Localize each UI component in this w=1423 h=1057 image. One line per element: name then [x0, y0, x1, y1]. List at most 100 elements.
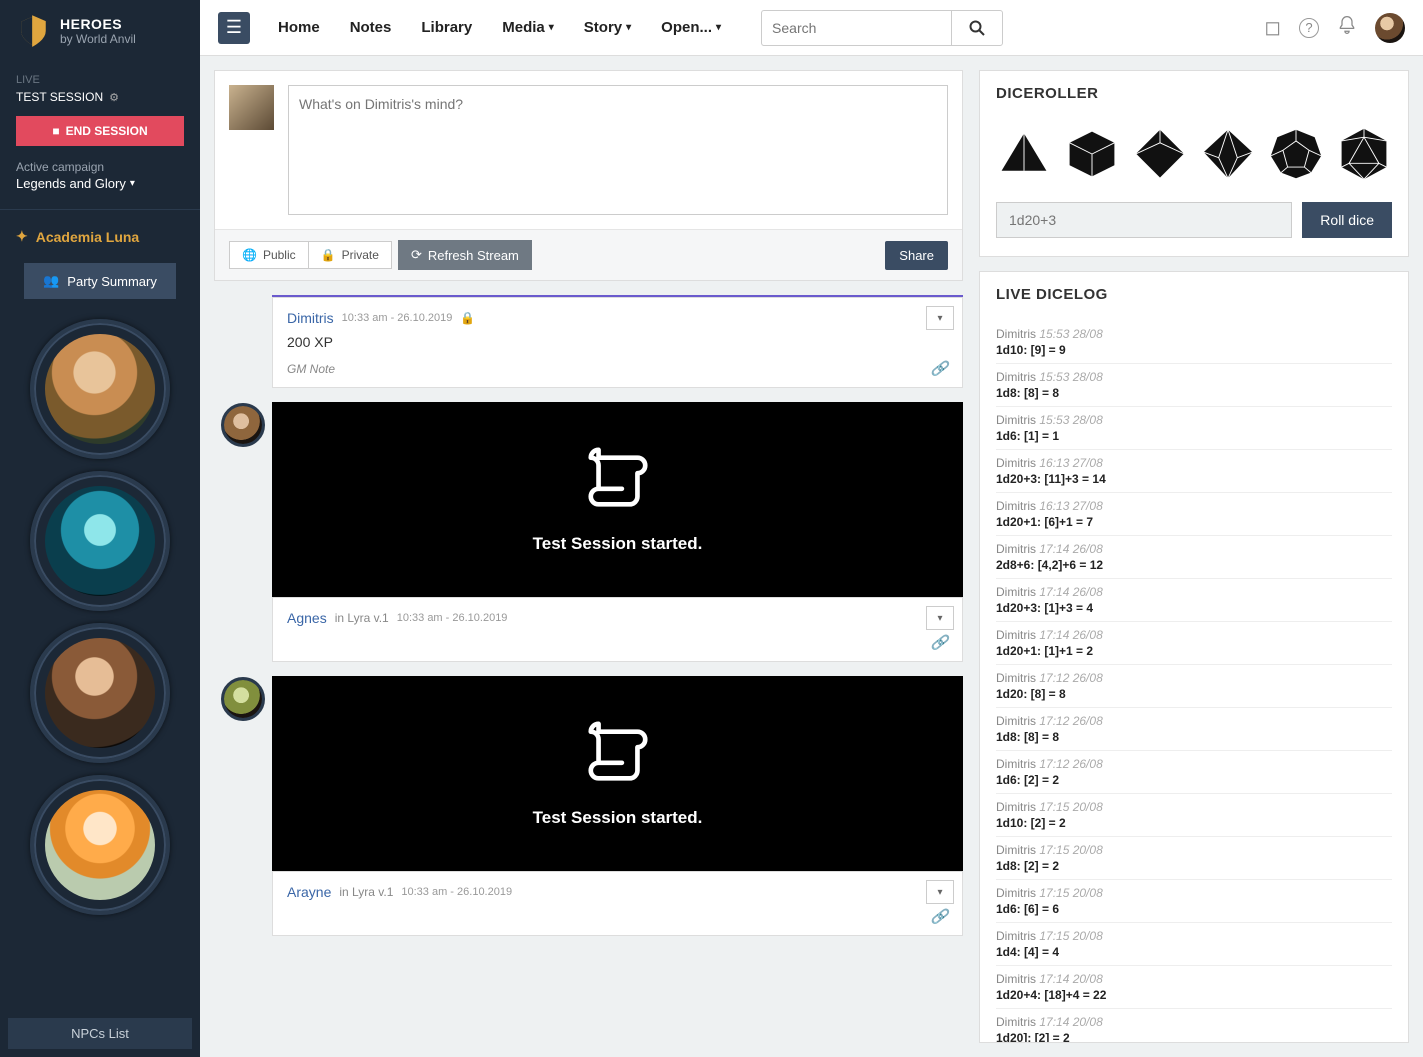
log-who: Dimitris — [996, 714, 1036, 728]
dicelog-entry: Dimitris 17:14 20/081d20]: [2] = 2 — [996, 1009, 1392, 1043]
permalink-icon[interactable]: 🔗 — [931, 634, 948, 651]
post-context: in Lyra v.1 — [335, 611, 389, 625]
log-roll: 1d20+3: [11]+3 = 14 — [996, 472, 1392, 486]
dicelog-entry: Dimitris 16:13 27/081d20+1: [6]+1 = 7 — [996, 493, 1392, 536]
post-author[interactable]: Dimitris — [287, 310, 334, 326]
gear-icon[interactable]: ⚙ — [109, 91, 119, 104]
caret-down-icon: ▾ — [549, 22, 554, 33]
post-timestamp: 10:33 am - 26.10.2019 — [342, 312, 453, 324]
log-roll: 1d20+4: [18]+4 = 22 — [996, 988, 1392, 1002]
log-roll: 1d6: [2] = 2 — [996, 773, 1392, 787]
topbar-actions: ◻ ? — [1264, 13, 1405, 43]
log-who: Dimitris — [996, 413, 1036, 427]
d6-icon[interactable] — [1064, 126, 1120, 182]
character-portrait[interactable] — [30, 623, 170, 763]
search — [761, 10, 1003, 46]
square-icon[interactable]: ◻ — [1264, 15, 1281, 40]
post-note: GM Note — [287, 362, 335, 376]
stream-post: Arayne in Lyra v.1 10:33 am - 26.10.2019… — [272, 871, 963, 936]
log-who: Dimitris — [996, 800, 1036, 814]
dicelog-list: Dimitris 15:53 28/081d10: [9] = 9 Dimitri… — [980, 317, 1408, 1043]
permalink-icon[interactable]: 🔗 — [931, 360, 948, 377]
log-time: 16:13 27/08 — [1039, 456, 1102, 470]
col-right: DICEROLLER Roll dice — [979, 70, 1409, 1043]
d12-icon[interactable] — [1268, 126, 1324, 182]
session-name[interactable]: TEST SESSION ⚙ — [0, 90, 200, 110]
post-timestamp: 10:33 am - 26.10.2019 — [401, 886, 512, 898]
nav-media[interactable]: Media▾ — [502, 19, 554, 36]
session-name-text: TEST SESSION — [16, 90, 103, 104]
composer-textarea[interactable] — [288, 85, 948, 215]
log-who: Dimitris — [996, 370, 1036, 384]
log-who: Dimitris — [996, 972, 1036, 986]
nav-home[interactable]: Home — [278, 19, 320, 36]
post-avatar[interactable] — [221, 403, 265, 447]
end-session-button[interactable]: ■ END SESSION — [16, 116, 184, 146]
d20-icon[interactable] — [1336, 126, 1392, 182]
dice-formula-input[interactable] — [996, 202, 1292, 238]
log-roll: 1d10: [2] = 2 — [996, 816, 1392, 830]
log-roll: 1d20+3: [1]+3 = 4 — [996, 601, 1392, 615]
log-time: 17:12 26/08 — [1039, 714, 1102, 728]
d8-icon[interactable] — [1132, 126, 1188, 182]
character-portrait[interactable] — [30, 471, 170, 611]
stop-icon: ■ — [52, 124, 59, 138]
log-roll: 1d20: [8] = 8 — [996, 687, 1392, 701]
log-time: 17:14 20/08 — [1039, 1015, 1102, 1029]
visibility-public[interactable]: 🌐 Public — [229, 241, 309, 269]
nav-open[interactable]: Open...▾ — [661, 19, 721, 36]
log-who: Dimitris — [996, 757, 1036, 771]
main: ☰ Home Notes Library Media▾ Story▾ Open.… — [200, 0, 1423, 1057]
nav-library[interactable]: Library — [421, 19, 472, 36]
user-avatar[interactable] — [1375, 13, 1405, 43]
log-roll: 1d6: [6] = 6 — [996, 902, 1392, 916]
dicelog-entry: Dimitris 15:53 28/081d10: [9] = 9 — [996, 321, 1392, 364]
permalink-icon[interactable]: 🔗 — [931, 908, 948, 925]
log-who: Dimitris — [996, 628, 1036, 642]
bell-icon[interactable] — [1337, 15, 1357, 41]
log-roll: 1d4: [4] = 4 — [996, 945, 1392, 959]
post-avatar[interactable] — [221, 677, 265, 721]
refresh-stream-button[interactable]: ⟳ Refresh Stream — [398, 240, 532, 270]
post-author[interactable]: Arayne — [287, 884, 331, 900]
nav-story[interactable]: Story▾ — [584, 19, 631, 36]
nav-notes[interactable]: Notes — [350, 19, 392, 36]
dicelog-entry: Dimitris 17:14 26/081d20+3: [1]+3 = 4 — [996, 579, 1392, 622]
world-link[interactable]: ✦ Academia Luna — [0, 220, 200, 253]
scroll-icon — [578, 446, 658, 516]
character-portrait[interactable] — [30, 319, 170, 459]
npc-list-button[interactable]: NPCs List — [8, 1018, 192, 1049]
help-icon[interactable]: ? — [1299, 18, 1319, 38]
dicelog-entry: Dimitris 17:12 26/08 1d8: [8] = 8 — [996, 708, 1392, 751]
d10-icon[interactable] — [1200, 126, 1256, 182]
d4-icon[interactable] — [996, 126, 1052, 182]
session-banner: Test Session started. — [272, 676, 963, 871]
divider — [0, 209, 200, 210]
stream: Dimitris 10:33 am - 26.10.2019 🔒200 XPGM… — [214, 295, 963, 1043]
log-time: 17:14 26/08 — [1039, 585, 1102, 599]
visibility-private[interactable]: 🔒 Private — [309, 241, 392, 269]
post-menu-button[interactable]: ▾ — [926, 606, 954, 630]
log-roll: 1d20+1: [1]+1 = 2 — [996, 644, 1392, 658]
scroll-icon — [578, 720, 658, 790]
roll-dice-button[interactable]: Roll dice — [1302, 202, 1392, 238]
menu-toggle-button[interactable]: ☰ — [218, 12, 250, 44]
log-time: 17:14 20/08 — [1039, 972, 1102, 986]
party-summary-button[interactable]: 👥 Party Summary — [24, 263, 176, 299]
search-button[interactable] — [951, 10, 1003, 46]
refresh-label: Refresh Stream — [428, 248, 519, 263]
log-roll: 1d8: [8] = 8 — [996, 730, 1392, 744]
post-context: in Lyra v.1 — [339, 885, 393, 899]
search-input[interactable] — [761, 10, 951, 46]
post-menu-button[interactable]: ▾ — [926, 880, 954, 904]
log-who: Dimitris — [996, 671, 1036, 685]
campaign-selector[interactable]: Legends and Glory ▾ — [0, 174, 200, 205]
post-author[interactable]: Agnes — [287, 610, 327, 626]
post-timestamp: 10:33 am - 26.10.2019 — [397, 612, 508, 624]
post-menu-button[interactable]: ▾ — [926, 306, 954, 330]
character-portrait[interactable] — [30, 775, 170, 915]
caret-down-icon: ▾ — [716, 22, 721, 33]
log-time: 15:53 28/08 — [1039, 370, 1102, 384]
banner-text: Test Session started. — [533, 808, 703, 828]
share-button[interactable]: Share — [885, 241, 948, 270]
